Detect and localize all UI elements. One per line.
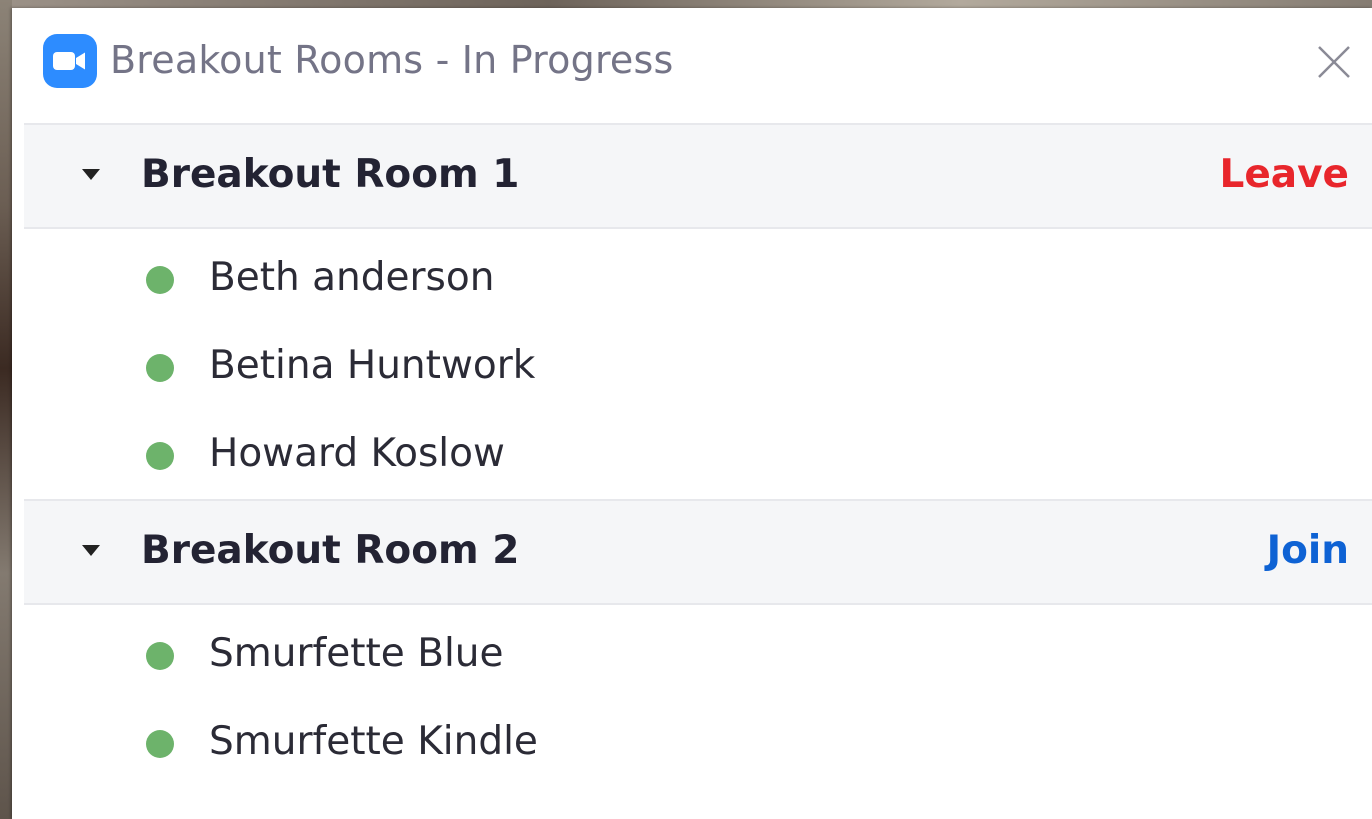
room-name: Breakout Room 2 bbox=[141, 528, 520, 573]
zoom-camera-icon bbox=[43, 34, 97, 88]
title-bar[interactable]: Breakout Rooms - In Progress bbox=[12, 8, 1372, 124]
participant-item: Betina Huntwork bbox=[24, 323, 1372, 411]
join-button[interactable]: Join bbox=[1267, 528, 1349, 573]
breakout-rooms-window: Breakout Rooms - In Progress Breakout Ro… bbox=[12, 8, 1372, 819]
room-header-breakout-room-1[interactable]: Breakout Room 1 Leave bbox=[24, 123, 1372, 229]
participant-item: Smurfette Blue bbox=[24, 611, 1372, 699]
online-status-icon bbox=[146, 730, 174, 758]
collapse-caret-icon[interactable] bbox=[82, 169, 100, 180]
close-icon bbox=[1318, 46, 1350, 78]
window-title: Breakout Rooms - In Progress bbox=[110, 38, 674, 82]
desktop-background-top bbox=[0, 0, 1372, 8]
room-header-breakout-room-2[interactable]: Breakout Room 2 Join bbox=[24, 499, 1372, 605]
participant-item: Smurfette Kindle bbox=[24, 699, 1372, 787]
desktop-background-left bbox=[0, 0, 12, 819]
room-name: Breakout Room 1 bbox=[141, 152, 520, 197]
participant-name: Howard Koslow bbox=[209, 431, 505, 476]
participant-name: Beth anderson bbox=[209, 255, 495, 300]
participant-name: Smurfette Kindle bbox=[209, 719, 538, 764]
participant-item: Beth anderson bbox=[24, 235, 1372, 323]
collapse-caret-icon[interactable] bbox=[82, 545, 100, 556]
online-status-icon bbox=[146, 266, 174, 294]
online-status-icon bbox=[146, 642, 174, 670]
online-status-icon bbox=[146, 442, 174, 470]
participant-name: Smurfette Blue bbox=[209, 631, 504, 676]
leave-button[interactable]: Leave bbox=[1220, 152, 1350, 197]
participant-name: Betina Huntwork bbox=[209, 343, 536, 388]
participant-item: Howard Koslow bbox=[24, 411, 1372, 499]
close-button[interactable] bbox=[1314, 42, 1354, 82]
online-status-icon bbox=[146, 354, 174, 382]
